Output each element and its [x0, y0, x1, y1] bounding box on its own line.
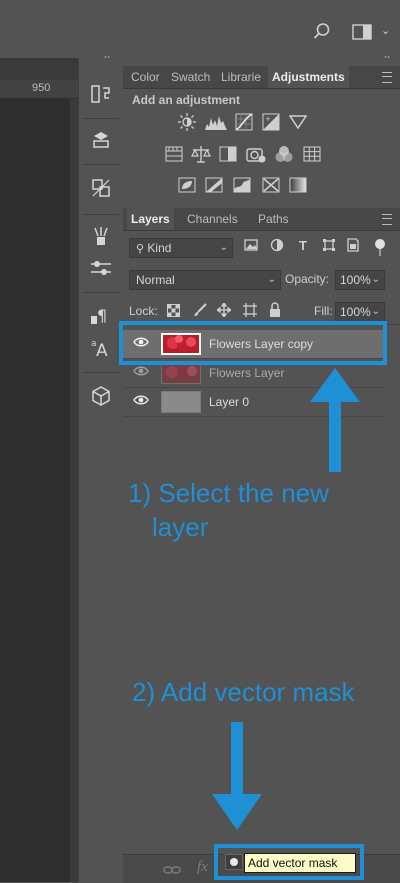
step-2-annotation: 2) Add vector mask — [132, 677, 355, 707]
3d-panel-icon[interactable] — [89, 384, 113, 408]
fill-label: Fill: — [314, 304, 333, 318]
color-lookup-icon[interactable] — [303, 146, 321, 162]
brush-settings-icon[interactable] — [89, 256, 113, 280]
filter-toggle[interactable] — [374, 238, 386, 258]
lock-image-pixels-icon[interactable] — [193, 303, 207, 317]
shape-layer-filter-icon[interactable] — [321, 238, 337, 254]
exposure-icon[interactable]: + — [262, 113, 280, 131]
levels-icon[interactable] — [205, 114, 227, 130]
chevron-down-icon: ⌄ — [371, 274, 380, 285]
history-panel-icon[interactable] — [89, 82, 113, 106]
pixel-layer-filter-icon[interactable] — [243, 238, 259, 254]
panel-menu-icon[interactable] — [382, 214, 392, 225]
svg-text:+: + — [265, 115, 271, 123]
posterize-icon[interactable] — [205, 177, 223, 193]
layer-name: Layer 0 — [209, 395, 250, 409]
chevron-down-icon: ⌄ — [267, 274, 276, 285]
black-white-icon[interactable] — [219, 146, 237, 162]
step-1-annotation-line2: layer — [152, 512, 209, 542]
selected-layer-highlight — [119, 321, 387, 365]
filter-kind-value: Kind — [147, 241, 172, 255]
selective-color-icon[interactable] — [262, 177, 280, 193]
chevron-down-icon: ⌄ — [219, 242, 228, 253]
tab-paths[interactable]: Paths — [256, 208, 291, 230]
brightness-contrast-icon[interactable] — [178, 113, 196, 131]
curves-icon[interactable] — [235, 113, 253, 131]
blend-mode-value: Normal — [136, 273, 175, 287]
tab-swatches[interactable]: Swatch — [169, 66, 212, 88]
photo-filter-icon[interactable] — [246, 145, 266, 163]
lock-position-icon[interactable] — [215, 301, 233, 319]
libraries-panel-icon[interactable] — [89, 128, 113, 152]
search-icon: ⚲ — [136, 243, 145, 255]
tooltip: Add vector mask — [244, 853, 356, 873]
svg-text:A: A — [96, 341, 108, 360]
adjustments-tab-bar: Color Swatch Librarie Adjustments — [123, 66, 400, 89]
adjustments-header: Add an adjustment — [132, 93, 241, 107]
mask-circle-icon — [230, 858, 238, 866]
tab-channels[interactable]: Channels — [185, 208, 240, 230]
lock-artboard-icon[interactable] — [243, 303, 257, 317]
brush-presets-icon[interactable] — [89, 224, 113, 248]
link-layers-icon[interactable] — [163, 863, 181, 875]
invert-icon[interactable] — [178, 177, 196, 193]
tooltip-text: Add vector mask — [248, 856, 338, 870]
panel-menu-icon[interactable] — [382, 72, 392, 83]
fill-field[interactable]: 100% ⌄ — [335, 302, 385, 322]
fill-value: 100% — [340, 305, 371, 319]
top-options-bar: ⌄ — [0, 0, 400, 59]
layer-name: Flowers Layer — [209, 366, 285, 380]
opacity-value: 100% — [340, 273, 371, 287]
up-arrow-annotation — [310, 368, 360, 472]
gradient-map-icon[interactable] — [289, 177, 307, 193]
tab-color[interactable]: Color — [129, 66, 162, 88]
opacity-field[interactable]: 100% ⌄ — [335, 270, 385, 290]
properties-panel-icon[interactable] — [89, 176, 113, 200]
color-balance-icon[interactable] — [191, 145, 211, 163]
layer-thumbnail — [161, 362, 201, 384]
collapsed-panel-strip: ¶ Aa — [78, 58, 124, 882]
adjustment-layer-filter-icon[interactable] — [269, 238, 285, 254]
vibrance-icon[interactable] — [288, 115, 308, 130]
layer-styles-fx-button[interactable]: fx — [197, 859, 208, 876]
visibility-eye-icon[interactable] — [133, 394, 149, 410]
lock-all-icon[interactable] — [269, 302, 281, 317]
visibility-eye-icon[interactable] — [133, 365, 149, 381]
layer-filter-select[interactable]: ⚲ Kind ⌄ — [129, 238, 233, 258]
document-canvas[interactable] — [0, 98, 70, 882]
type-layer-filter-icon[interactable]: T — [295, 238, 311, 254]
lock-transparent-pixels-icon[interactable] — [167, 304, 180, 317]
svg-text:¶: ¶ — [97, 306, 107, 325]
chevron-down-icon[interactable]: ⌄ — [381, 24, 390, 37]
opacity-label: Opacity: — [285, 272, 330, 286]
down-arrow-annotation — [212, 722, 262, 830]
layers-tab-bar: Layers Channels Paths — [123, 208, 400, 231]
smart-object-filter-icon[interactable] — [345, 238, 361, 254]
tab-layers[interactable]: Layers — [127, 208, 174, 230]
blend-mode-select[interactable]: Normal ⌄ — [129, 270, 281, 290]
layer-thumbnail — [161, 391, 201, 413]
svg-text:a: a — [91, 339, 97, 349]
search-icon[interactable] — [313, 22, 331, 40]
ruler-tick-label: 950 — [32, 82, 51, 94]
chevron-down-icon: ⌄ — [371, 306, 380, 317]
hue-saturation-icon[interactable] — [165, 146, 183, 162]
horizontal-ruler: 950 — [0, 80, 78, 99]
threshold-icon[interactable] — [233, 177, 251, 193]
channel-mixer-icon[interactable] — [275, 145, 293, 163]
workspace-switcher-icon[interactable] — [352, 24, 374, 40]
character-panel-icon[interactable]: Aa — [89, 336, 113, 361]
paragraph-panel-icon[interactable]: ¶ — [89, 304, 113, 328]
tab-adjustments[interactable]: Adjustments — [268, 66, 349, 88]
tab-libraries[interactable]: Librarie — [219, 66, 263, 88]
lock-label: Lock: — [129, 304, 158, 318]
add-vector-mask-button[interactable] — [225, 854, 243, 870]
step-1-annotation: 1) Select the new — [128, 478, 329, 508]
